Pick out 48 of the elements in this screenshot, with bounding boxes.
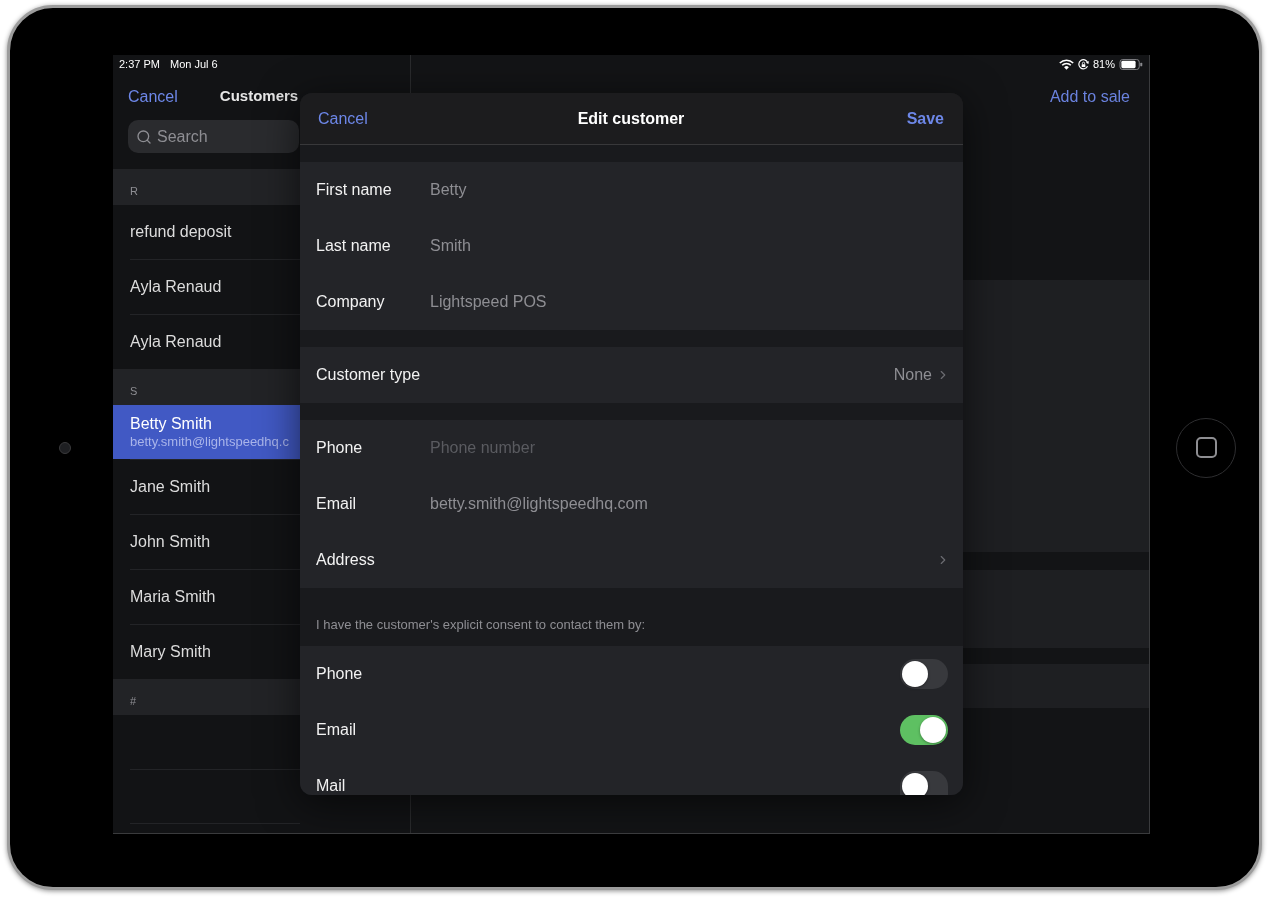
customer-name: Maria Smith — [130, 587, 217, 607]
text-field[interactable]: betty.smith@lightspeedhq.com — [430, 487, 948, 521]
search-field[interactable]: Search — [128, 120, 299, 153]
cancel-button[interactable]: Cancel — [318, 106, 368, 131]
battery-percentage: 81% — [1092, 56, 1115, 72]
field-label: First name — [316, 181, 392, 199]
field-label: Email — [316, 495, 356, 513]
field-label: Email — [316, 721, 356, 739]
customer-name: Ayla Renaud — [130, 277, 223, 297]
field-label: Phone — [316, 439, 363, 457]
dialog-title: Edit customer — [577, 108, 685, 129]
section-header: R — [113, 169, 300, 205]
save-button[interactable]: Save — [906, 106, 944, 131]
wifi-icon — [1058, 58, 1074, 70]
status-date: Mon Jul 6 — [169, 56, 218, 72]
customer-name: Mary Smith — [130, 642, 212, 662]
toggle-switch[interactable] — [900, 715, 948, 745]
selected-value: None — [893, 365, 932, 385]
text-field[interactable]: Lightspeed POS — [430, 285, 948, 319]
pane-title: Customers — [219, 86, 299, 107]
customer-list-item[interactable]: Betty Smith betty.smith@lightspeedhq.c — [113, 405, 300, 459]
customer-name: John Smith — [130, 532, 212, 552]
customer-name: refund deposit — [130, 222, 233, 242]
customer-name: Ayla Renaud — [130, 332, 223, 352]
section-header: S — [113, 369, 300, 405]
field-label: Address — [316, 551, 375, 569]
search-icon — [136, 128, 152, 145]
cancel-button[interactable]: Cancel — [128, 84, 178, 109]
square-icon — [1195, 437, 1217, 458]
customer-email: betty.smith@lightspeedhq.c — [130, 434, 290, 450]
field-label: Mail — [316, 777, 346, 795]
toggle-switch[interactable] — [900, 659, 948, 689]
consent-note: I have the customer's explicit consent to contact them by: — [316, 617, 646, 633]
toggle-switch[interactable] — [900, 771, 948, 795]
field-label: Phone — [316, 665, 363, 683]
field-label: Customer type — [316, 366, 421, 384]
text-field[interactable]: Smith — [430, 229, 948, 263]
add-to-sale-button[interactable]: Add to sale — [1049, 84, 1130, 109]
section-header: # — [113, 679, 300, 715]
orientation-lock-icon — [1077, 58, 1089, 70]
field-label: Company — [316, 293, 385, 311]
camera-lens-icon — [58, 441, 71, 454]
text-field[interactable]: Betty — [430, 173, 948, 207]
field-label: Last name — [316, 237, 391, 255]
customer-name: Betty Smith — [130, 414, 213, 434]
customer-name: Jane Smith — [130, 477, 212, 497]
battery-icon — [1119, 58, 1143, 70]
status-time: 2:37 PM — [119, 56, 160, 72]
